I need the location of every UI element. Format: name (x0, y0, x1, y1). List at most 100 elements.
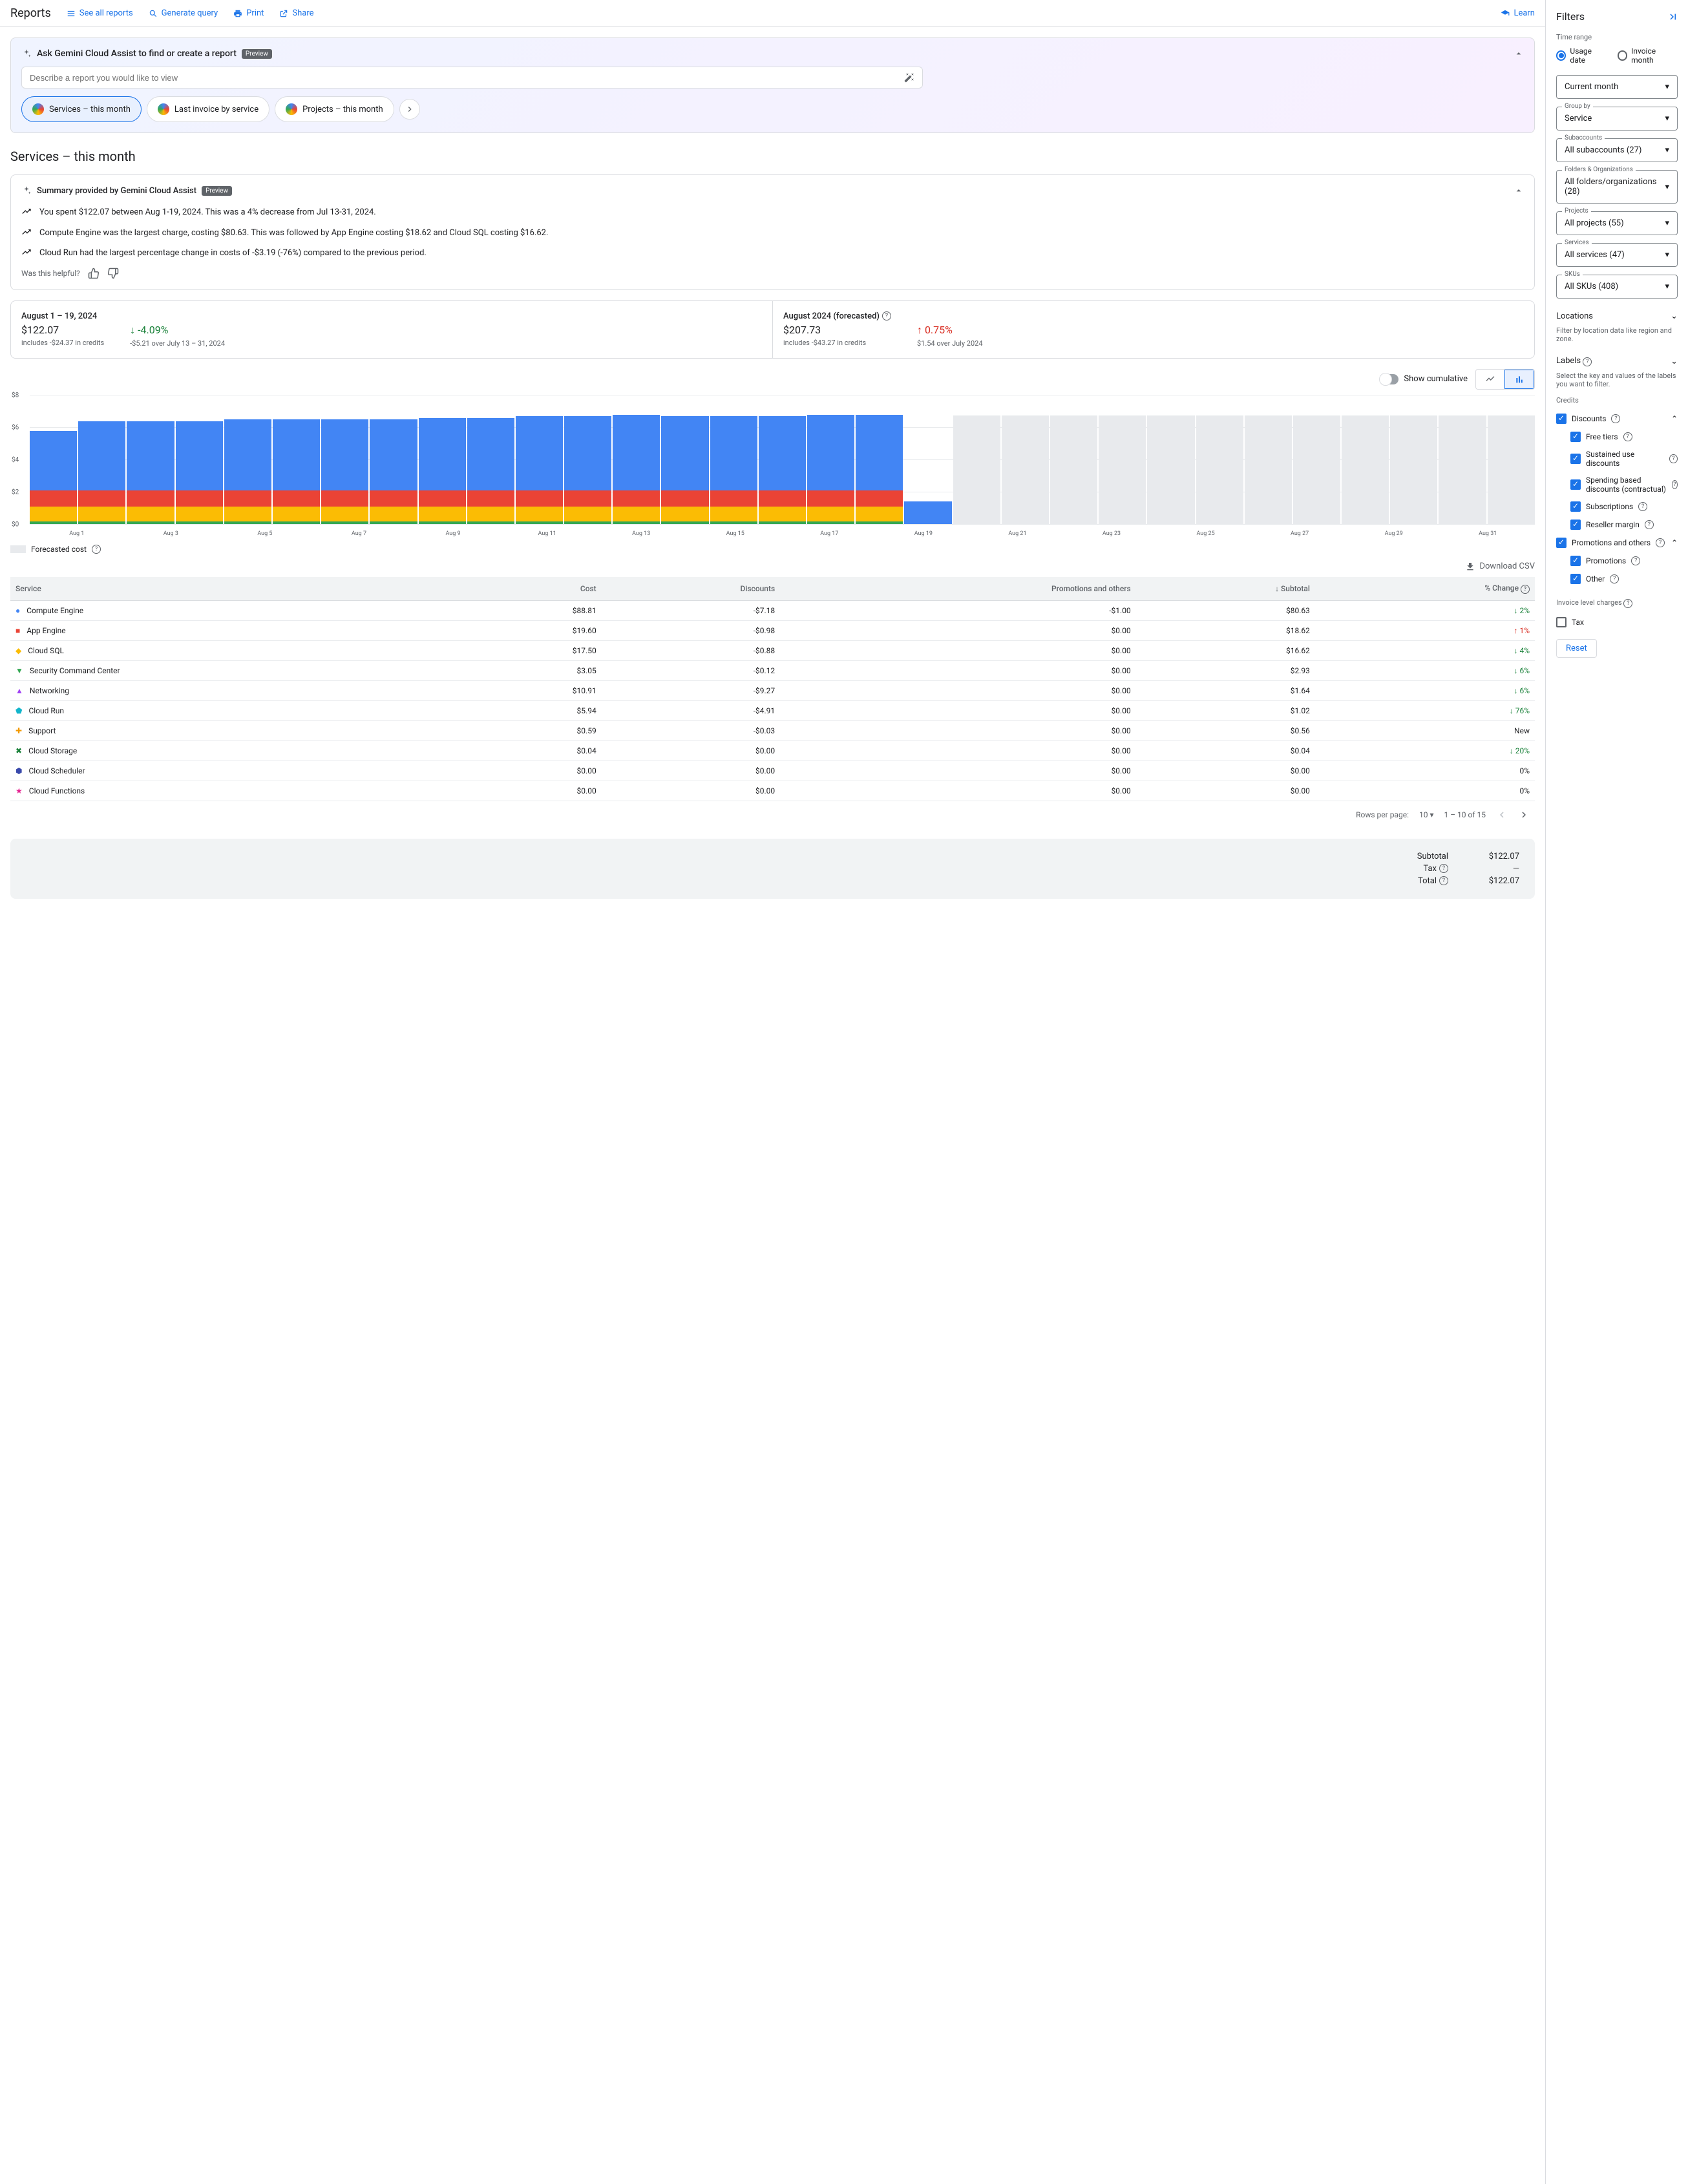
bar[interactable] (856, 395, 903, 524)
bar[interactable] (273, 395, 320, 524)
collapse-icon[interactable] (1514, 185, 1524, 196)
prev-page-icon[interactable] (1496, 809, 1508, 821)
bar[interactable] (613, 395, 660, 524)
chip-projects-this-month[interactable]: Projects – this month (275, 96, 394, 122)
labels-toggle[interactable]: Labels ?⌄ (1556, 351, 1678, 372)
bar[interactable] (419, 395, 466, 524)
help-icon[interactable]: ? (1631, 556, 1640, 565)
bar[interactable] (370, 395, 417, 524)
bar[interactable] (1390, 395, 1437, 524)
bar[interactable] (127, 395, 174, 524)
help-icon[interactable]: ? (1638, 502, 1647, 511)
free-tiers-checkbox[interactable]: Free tiers? (1556, 428, 1678, 446)
tax-checkbox[interactable]: Tax (1556, 613, 1678, 631)
thumbs-up-icon[interactable] (88, 268, 100, 279)
column-header[interactable]: Service (10, 577, 466, 601)
sustained-checkbox[interactable]: Sustained use discounts? (1556, 446, 1678, 472)
table-row[interactable]: ▲Networking$10.91-$9.27$0.00$1.64↓ 6% (10, 680, 1535, 700)
chip-last-invoice[interactable]: Last invoice by service (147, 96, 269, 122)
table-row[interactable]: ◆Cloud SQL$17.50-$0.88$0.00$16.62↓ 4% (10, 640, 1535, 660)
column-header[interactable]: Discounts (602, 577, 780, 601)
column-header[interactable]: % Change ? (1315, 577, 1535, 601)
help-icon[interactable]: ? (1623, 432, 1632, 441)
reset-button[interactable]: Reset (1556, 639, 1597, 658)
bar[interactable] (78, 395, 125, 524)
bar[interactable] (953, 395, 1000, 524)
group-by-select[interactable]: Group byService▾ (1556, 107, 1678, 131)
help-icon[interactable]: ? (1439, 864, 1448, 873)
bar[interactable] (759, 395, 806, 524)
promotions-checkbox[interactable]: Promotions? (1556, 552, 1678, 570)
bar[interactable] (1099, 395, 1146, 524)
table-row[interactable]: ✚Support$0.59-$0.03$0.00$0.56New (10, 720, 1535, 740)
bar[interactable] (467, 395, 514, 524)
bar[interactable] (321, 395, 368, 524)
help-icon[interactable]: ? (1521, 585, 1530, 594)
chevron-up-icon[interactable]: ⌃ (1671, 538, 1678, 547)
other-checkbox[interactable]: Other? (1556, 570, 1678, 588)
chip-services-this-month[interactable]: Services – this month (21, 96, 142, 122)
help-icon[interactable]: ? (1656, 538, 1665, 547)
next-page-icon[interactable] (1518, 809, 1530, 821)
bar[interactable] (1147, 395, 1194, 524)
column-header[interactable]: ↓ Subtotal (1136, 577, 1315, 601)
projects-select[interactable]: ProjectsAll projects (55)▾ (1556, 211, 1678, 235)
gemini-input[interactable] (21, 67, 923, 89)
reseller-checkbox[interactable]: Reseller margin? (1556, 516, 1678, 534)
table-row[interactable]: ✖Cloud Storage$0.04$0.00$0.00$0.04↓ 20% (10, 740, 1535, 761)
download-csv-link[interactable]: Download CSV (10, 562, 1535, 572)
collapse-icon[interactable] (1514, 48, 1524, 59)
cumulative-toggle[interactable]: Show cumulative (1380, 374, 1468, 384)
spending-checkbox[interactable]: Spending based discounts (contractual)? (1556, 472, 1678, 498)
bar[interactable] (30, 395, 77, 524)
table-row[interactable]: ■App Engine$19.60-$0.98$0.00$18.62↑ 1% (10, 620, 1535, 640)
help-icon[interactable]: ? (92, 545, 101, 554)
column-header[interactable]: Promotions and others (780, 577, 1136, 601)
help-icon[interactable]: ? (1669, 454, 1678, 463)
help-icon[interactable]: ? (1645, 520, 1654, 529)
radio-invoice-month[interactable]: Invoice month (1618, 47, 1678, 65)
magic-wand-icon[interactable] (904, 72, 914, 83)
line-chart-btn[interactable] (1476, 370, 1504, 389)
time-range-select[interactable]: Current month▾ (1556, 75, 1678, 99)
services-select[interactable]: ServicesAll services (47)▾ (1556, 243, 1678, 267)
bar[interactable] (1002, 395, 1049, 524)
bar[interactable] (176, 395, 223, 524)
help-icon[interactable]: ? (1623, 599, 1632, 608)
column-header[interactable]: Cost (466, 577, 602, 601)
table-row[interactable]: ★Cloud Functions$0.00$0.00$0.00$0.000% (10, 781, 1535, 801)
help-icon[interactable]: ? (1583, 357, 1592, 366)
folders-select[interactable]: Folders & OrganizationsAll folders/organ… (1556, 170, 1678, 204)
bar[interactable] (1488, 395, 1535, 524)
table-row[interactable]: ⬟Cloud Run$5.94-$4.91$0.00$1.02↓ 76% (10, 700, 1535, 720)
bar[interactable] (1439, 395, 1486, 524)
table-row[interactable]: ▼Security Command Center$3.05-$0.12$0.00… (10, 660, 1535, 680)
promotions-others-checkbox[interactable]: Promotions and others?⌃ (1556, 534, 1678, 552)
table-row[interactable]: ●Compute Engine$88.81-$7.18-$1.00$80.63↓… (10, 600, 1535, 620)
chevron-up-icon[interactable]: ⌃ (1671, 414, 1678, 423)
help-icon[interactable]: ? (1439, 876, 1448, 885)
thumbs-down-icon[interactable] (107, 268, 119, 279)
locations-toggle[interactable]: Locations⌄ (1556, 306, 1678, 326)
expand-panel-icon[interactable] (1666, 11, 1678, 23)
share-link[interactable]: Share (279, 8, 313, 18)
help-icon[interactable]: ? (1611, 414, 1620, 423)
chip-next-arrow[interactable] (399, 99, 420, 120)
bar-chart-btn[interactable] (1504, 370, 1534, 389)
bar[interactable] (1293, 395, 1340, 524)
bar[interactable] (1245, 395, 1292, 524)
generate-query-link[interactable]: Generate query (149, 8, 218, 18)
subaccounts-select[interactable]: SubaccountsAll subaccounts (27)▾ (1556, 138, 1678, 162)
bar[interactable] (1196, 395, 1243, 524)
help-icon[interactable]: ? (1672, 480, 1678, 489)
print-link[interactable]: Print (233, 8, 264, 18)
bar[interactable] (224, 395, 271, 524)
bar[interactable] (1050, 395, 1097, 524)
bar[interactable] (807, 395, 854, 524)
bar[interactable] (710, 395, 757, 524)
table-row[interactable]: ⬢Cloud Scheduler$0.00$0.00$0.00$0.000% (10, 761, 1535, 781)
subscriptions-checkbox[interactable]: Subscriptions? (1556, 498, 1678, 516)
help-icon[interactable]: ? (882, 311, 891, 320)
bar[interactable] (1342, 395, 1389, 524)
skus-select[interactable]: SKUsAll SKUs (408)▾ (1556, 275, 1678, 299)
